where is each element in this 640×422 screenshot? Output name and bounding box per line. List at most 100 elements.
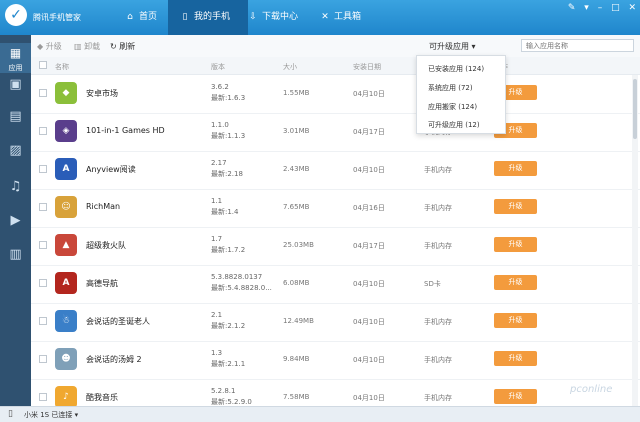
sidebar-item-books[interactable]: ▥ xyxy=(0,243,31,267)
app-latest-version: 最新:2.1.2 xyxy=(211,322,246,330)
app-size: 7.58MB xyxy=(283,393,310,401)
app-version: 1.1.0 xyxy=(211,121,229,129)
row-checkbox[interactable] xyxy=(39,203,47,211)
upgrade-app-button[interactable]: 升级 xyxy=(494,275,537,290)
upgrade-button[interactable]: ◆ 升级 xyxy=(37,41,62,52)
row-checkbox[interactable] xyxy=(39,89,47,97)
menu-item-installed[interactable]: 已安装应用 (124) xyxy=(428,64,484,74)
app-location: 手机内存 xyxy=(424,166,452,174)
column-name[interactable]: 名称 xyxy=(55,62,69,72)
row-checkbox[interactable] xyxy=(39,241,47,249)
nav-my-phone[interactable]: ▯ 我的手机 xyxy=(168,0,248,35)
app-version: 2.17 xyxy=(211,159,227,167)
upgrade-app-button[interactable]: 升级 xyxy=(494,199,537,214)
home-icon: ⌂ xyxy=(127,12,133,22)
menu-item-system[interactable]: 系统应用 (72) xyxy=(428,83,473,93)
app-version: 1.3 xyxy=(211,349,223,357)
upgrade-app-button[interactable]: 升级 xyxy=(494,351,537,366)
column-version[interactable]: 版本 xyxy=(211,62,225,72)
column-size[interactable]: 大小 xyxy=(283,62,297,72)
games-icon: ▣ xyxy=(9,77,22,92)
sidebar-item-music[interactable]: ♫ xyxy=(0,175,31,199)
search-input[interactable] xyxy=(521,39,634,52)
menu-item-move[interactable]: 应用搬家 (124) xyxy=(428,102,477,112)
refresh-button[interactable]: ↻ 刷新 xyxy=(110,41,135,52)
upgrade-app-button[interactable]: 升级 xyxy=(494,389,537,404)
app-version: 2.1 xyxy=(211,311,223,319)
app-size: 12.49MB xyxy=(283,317,314,325)
upgrade-icon: ◆ xyxy=(37,42,44,51)
message-icon: ▤ xyxy=(9,109,22,124)
app-latest-version: 最新:2.1.1 xyxy=(211,360,246,368)
app-title: 腾讯手机管家 xyxy=(33,13,81,22)
menu-item-upgradable[interactable]: 可升级应用 (12) xyxy=(428,120,480,130)
video-icon: ▶ xyxy=(10,213,21,228)
table-row[interactable]: A 高德导航 5.3.8828.0137 最新:5.4.8828.0... 6.… xyxy=(31,265,640,304)
scrollbar[interactable] xyxy=(632,75,638,406)
phone-icon: ▯ xyxy=(8,409,13,419)
table-row[interactable]: A Anyview阅读 2.17 最新:2.18 2.43MB 04月10日 手… xyxy=(31,151,640,190)
app-location: 手机内存 xyxy=(424,394,452,402)
device-status[interactable]: 小米 1S 已连接 ▾ xyxy=(24,410,78,420)
app-name: RichMan xyxy=(86,202,121,211)
app-install-date: 04月10日 xyxy=(353,90,385,98)
sidebar-item-video[interactable]: ▶ xyxy=(0,209,31,233)
app-install-date: 04月10日 xyxy=(353,318,385,326)
app-latest-version: 最新:1.1.3 xyxy=(211,132,246,140)
select-all-checkbox[interactable] xyxy=(39,61,47,69)
nav-toolbox[interactable]: ✕ 工具箱 xyxy=(310,0,380,35)
app-icon: ☺ xyxy=(55,196,77,218)
table-row[interactable]: ◆ 安卓市场 3.6.2 最新:1.6.3 1.55MB 04月10日 升级 xyxy=(31,75,640,114)
maximize-icon[interactable]: □ xyxy=(611,3,620,13)
table-row[interactable]: ◈ 101-in-1 Games HD 1.1.0 最新:1.1.3 3.01M… xyxy=(31,113,640,152)
minimize-icon[interactable]: – xyxy=(598,3,603,13)
app-icon: ▲ xyxy=(55,234,77,256)
sidebar-item-apps[interactable]: ▦ 应用 xyxy=(0,43,31,73)
row-checkbox[interactable] xyxy=(39,393,47,401)
refresh-icon: ↻ xyxy=(110,42,117,51)
scrollbar-thumb[interactable] xyxy=(633,79,637,139)
close-icon[interactable]: ✕ xyxy=(628,3,636,13)
app-install-date: 04月17日 xyxy=(353,128,385,136)
sidebar-item-messages[interactable]: ▤ xyxy=(0,105,31,129)
table-row[interactable]: ♪ 酷我音乐 5.2.8.1 最新:5.2.9.0 7.58MB 04月10日 … xyxy=(31,379,640,406)
sidebar-item-games[interactable]: ▣ xyxy=(0,73,31,97)
app-icon: A xyxy=(55,272,77,294)
toolbar: ◆ 升级 ▥ 卸载 ↻ 刷新 可升级应用 ▾ xyxy=(31,35,640,58)
music-icon: ♫ xyxy=(9,179,22,194)
menu-icon[interactable]: ▾ xyxy=(584,3,589,13)
app-version: 5.2.8.1 xyxy=(211,387,236,395)
row-checkbox[interactable] xyxy=(39,355,47,363)
app-icon: ☃ xyxy=(55,310,77,332)
app-name: 101-in-1 Games HD xyxy=(86,126,165,135)
nav-download-center[interactable]: ⇩ 下载中心 xyxy=(238,0,318,35)
app-install-date: 04月10日 xyxy=(353,394,385,402)
table-row[interactable]: ☻ 会说话的汤姆 2 1.3 最新:2.1.1 9.84MB 04月10日 手机… xyxy=(31,341,640,380)
app-version: 1.1 xyxy=(211,197,223,205)
app-icon: A xyxy=(55,158,77,180)
app-version: 5.3.8828.0137 xyxy=(211,273,263,281)
column-install-date[interactable]: 安装日期 xyxy=(353,62,381,72)
skin-icon[interactable]: ✎ xyxy=(568,3,576,13)
app-name: 会说话的汤姆 2 xyxy=(86,355,142,364)
upgrade-app-button[interactable]: 升级 xyxy=(494,237,537,252)
image-icon: ▨ xyxy=(9,143,22,158)
app-version: 1.7 xyxy=(211,235,223,243)
table-row[interactable]: ▲ 超级救火队 1.7 最新:1.7.2 25.03MB 04月17日 手机内存… xyxy=(31,227,640,266)
app-size: 2.43MB xyxy=(283,165,310,173)
upgrade-app-button[interactable]: 升级 xyxy=(494,313,537,328)
row-checkbox[interactable] xyxy=(39,165,47,173)
upgrade-app-button[interactable]: 升级 xyxy=(494,161,537,176)
table-row[interactable]: ☺ RichMan 1.1 最新:1.4 7.65MB 04月16日 手机内存 … xyxy=(31,189,640,228)
uninstall-button[interactable]: ▥ 卸载 xyxy=(74,41,100,52)
sidebar-item-photos[interactable]: ▨ xyxy=(0,139,31,163)
filter-dropdown[interactable]: 可升级应用 ▾ xyxy=(429,41,476,52)
app-install-date: 04月17日 xyxy=(353,242,385,250)
app-size: 7.65MB xyxy=(283,203,310,211)
row-checkbox[interactable] xyxy=(39,317,47,325)
row-checkbox[interactable] xyxy=(39,279,47,287)
row-checkbox[interactable] xyxy=(39,127,47,135)
watermark: pconline xyxy=(570,384,613,395)
apps-icon: ▦ xyxy=(9,46,22,60)
table-row[interactable]: ☃ 会说话的圣诞老人 2.1 最新:2.1.2 12.49MB 04月10日 手… xyxy=(31,303,640,342)
